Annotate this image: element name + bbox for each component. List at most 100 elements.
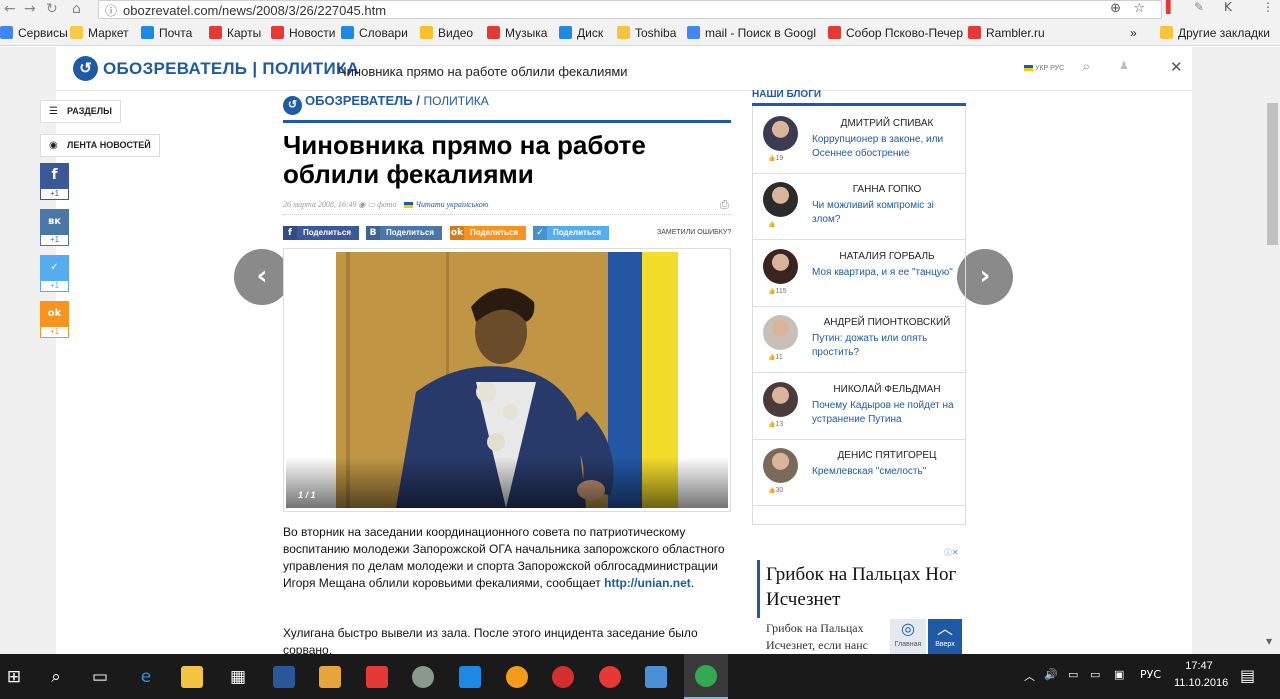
- bookmark-item[interactable]: Маркет: [70, 26, 129, 40]
- avatar[interactable]: [763, 182, 798, 217]
- read-ukrainian-link[interactable]: Читати українською: [415, 200, 488, 209]
- more-bookmarks-icon[interactable]: »: [1130, 26, 1137, 40]
- share-button[interactable]: f Поделиться: [283, 226, 359, 240]
- app-icon[interactable]: [412, 666, 434, 688]
- search-icon[interactable]: ⌕: [42, 663, 70, 691]
- blog-item[interactable]: 👍 ГАННА ГОПКО Чи можливий компроміс зі зло…: [752, 174, 966, 240]
- back-arrow-icon[interactable]: ←: [4, 1, 16, 17]
- bookmark-item[interactable]: mail - Поиск в Googl: [687, 26, 816, 40]
- share-button[interactable]: ✓ Поделиться: [533, 226, 609, 240]
- ad-info-icon[interactable]: ⓘ✕: [944, 547, 959, 558]
- blog-title[interactable]: Моя квартира, и я ее "танцую": [812, 266, 962, 280]
- share-button[interactable]: ok Поделиться: [450, 226, 526, 240]
- report-error-link[interactable]: ЗАМЕТИЛИ ОШИБКУ?: [657, 229, 731, 236]
- blog-author[interactable]: ДМИТРИЙ СПИВАК: [812, 118, 962, 129]
- avatar[interactable]: [763, 315, 798, 350]
- share-button[interactable]: В Поделиться: [366, 226, 442, 240]
- blogs-header[interactable]: НАШИ БЛОГИ: [752, 89, 821, 100]
- media-player-icon[interactable]: [319, 666, 341, 688]
- store-icon[interactable]: ▦: [224, 663, 252, 691]
- url-text[interactable]: obozrevatel.com/news/2008/3/26/227045.ht…: [123, 3, 386, 18]
- bookmark-item[interactable]: Диск: [559, 26, 603, 40]
- avatar[interactable]: [763, 116, 798, 151]
- logo-icon[interactable]: ↺: [73, 56, 98, 81]
- yandex-browser-icon[interactable]: [599, 666, 621, 688]
- section-name[interactable]: ПОЛИТИКА: [423, 94, 488, 108]
- forward-arrow-icon[interactable]: →: [24, 1, 36, 17]
- search-icon[interactable]: ⌕: [1082, 57, 1090, 75]
- blog-item[interactable]: 👍30 ДЕНИС ПЯТИГОРЕЦ Кремлевская "смелость": [752, 440, 966, 506]
- blog-item[interactable]: 👍115 НАТАЛИЯ ГОРБАЛЬ Моя квартира, и я ее …: [752, 241, 966, 307]
- other-bookmarks[interactable]: Другие закладки: [1160, 26, 1270, 40]
- share-ok-button[interactable]: ok +1: [40, 301, 69, 338]
- bookmark-item[interactable]: Карты: [209, 26, 261, 40]
- avatar[interactable]: [763, 382, 798, 417]
- scroll-down-icon[interactable]: ▼: [1266, 637, 1272, 646]
- blog-item[interactable]: 👍19 ДМИТРИЙ СПИВАК Коррупционер в законе, …: [752, 108, 966, 174]
- blog-author[interactable]: ГАННА ГОПКО: [812, 184, 962, 195]
- yandex-icon[interactable]: [366, 666, 388, 688]
- mail-icon[interactable]: [459, 666, 481, 688]
- blog-title[interactable]: Чи можливий компроміс зі злом?: [812, 199, 962, 227]
- scroll-up-button[interactable]: ︿ Вверх: [928, 619, 962, 654]
- language-switch[interactable]: УКР РУС: [1024, 65, 1064, 72]
- windows-start-icon[interactable]: ⊞: [0, 663, 28, 691]
- blog-author[interactable]: НИКОЛАЙ ФЕЛЬДМАН: [812, 384, 962, 395]
- home-icon[interactable]: ⌂: [72, 1, 81, 17]
- blog-title[interactable]: Кремлевская "смелость": [812, 465, 962, 479]
- info-icon[interactable]: ⓘ: [105, 2, 117, 19]
- prev-article-button[interactable]: ‹: [234, 249, 290, 305]
- news-feed-button[interactable]: ◉ ЛЕНТА НОВОСТЕЙ: [40, 134, 160, 157]
- blog-item[interactable]: 👍13 НИКОЛАЙ ФЕЛЬДМАН Почему Кадыров не пой…: [752, 374, 966, 440]
- avatar[interactable]: [763, 448, 798, 483]
- bookmark-item[interactable]: Rambler.ru: [968, 26, 1045, 40]
- app-icon[interactable]: [506, 666, 528, 688]
- file-explorer-icon[interactable]: [181, 666, 203, 688]
- ad-text[interactable]: Грибок на Пальцах Исчезнет, если нанс: [766, 620, 890, 654]
- scrollbar-thumb[interactable]: [1267, 103, 1278, 245]
- site-logo-text[interactable]: ОБОЗРЕВАТЕЛЬ | ПОЛИТИКА: [103, 59, 359, 79]
- bookmark-item[interactable]: Сервисы: [0, 26, 68, 40]
- reload-icon[interactable]: ↻: [46, 1, 58, 17]
- share-vk-button[interactable]: вк +1: [40, 209, 69, 246]
- source-link[interactable]: http://unian.net: [604, 576, 691, 590]
- bookmark-item[interactable]: Видео: [420, 26, 473, 40]
- bookmark-item[interactable]: Toshiba: [617, 26, 676, 40]
- blog-title[interactable]: Путин: дожать или опять простить?: [812, 332, 962, 360]
- user-icon[interactable]: ♟: [1119, 59, 1129, 72]
- bookmark-star-icon[interactable]: ☆: [1133, 1, 1145, 16]
- task-view-icon[interactable]: ▭: [86, 663, 114, 691]
- language-label[interactable]: УКР РУС: [1035, 65, 1064, 72]
- extension-k-icon[interactable]: K: [1224, 0, 1232, 18]
- bookmark-item[interactable]: Почта: [141, 26, 192, 40]
- word-icon[interactable]: [273, 666, 295, 688]
- print-icon[interactable]: ⎙: [720, 198, 729, 212]
- chrome-taskbar-active[interactable]: [684, 654, 728, 699]
- bookmark-item[interactable]: Собор Псково-Печер: [828, 26, 963, 40]
- share-tw-button[interactable]: ✓ +1: [40, 255, 69, 292]
- blog-item[interactable]: 👍11 АНДРЕЙ ПИОНТКОВСКИЙ Путин: дожать или …: [752, 307, 966, 373]
- chrome-icon[interactable]: [695, 665, 717, 687]
- blog-author[interactable]: ДЕНИС ПЯТИГОРЕЦ: [812, 450, 962, 461]
- home-button[interactable]: ◎ Главная: [890, 619, 926, 654]
- bookmark-item[interactable]: Музыка: [487, 26, 547, 40]
- sections-button[interactable]: ☰ РАЗДЕЛЫ: [40, 100, 121, 123]
- avatar[interactable]: [763, 249, 798, 284]
- edge-icon[interactable]: e: [132, 663, 160, 691]
- share-f-button[interactable]: f +1: [40, 163, 69, 200]
- blog-title[interactable]: Коррупционер в законе, или Осеннее обост…: [812, 133, 962, 161]
- extension-puzzle-icon[interactable]: ✎: [1194, 0, 1204, 18]
- address-bar[interactable]: ⓘ obozrevatel.com/news/2008/3/26/227045.…: [98, 0, 1162, 19]
- blog-author[interactable]: НАТАЛИЯ ГОРБАЛЬ: [812, 251, 962, 262]
- zoom-icon[interactable]: ⊕: [1110, 1, 1121, 16]
- bookmark-item[interactable]: Словари: [341, 26, 408, 40]
- blog-author[interactable]: АНДРЕЙ ПИОНТКОВСКИЙ: [812, 317, 962, 328]
- ad-title[interactable]: Грибок на Пальцах Ног Исчезнет: [766, 562, 966, 612]
- bookmark-item[interactable]: Новости: [271, 26, 335, 40]
- paint-icon[interactable]: [645, 666, 667, 688]
- menu-icon[interactable]: ⋮: [1262, 0, 1274, 18]
- blog-title[interactable]: Почему Кадыров не пойдет на устранение П…: [812, 399, 962, 427]
- close-icon[interactable]: ✕: [1170, 58, 1183, 76]
- opera-icon[interactable]: [552, 666, 574, 688]
- extension-flag-icon[interactable]: ▌: [1166, 0, 1175, 18]
